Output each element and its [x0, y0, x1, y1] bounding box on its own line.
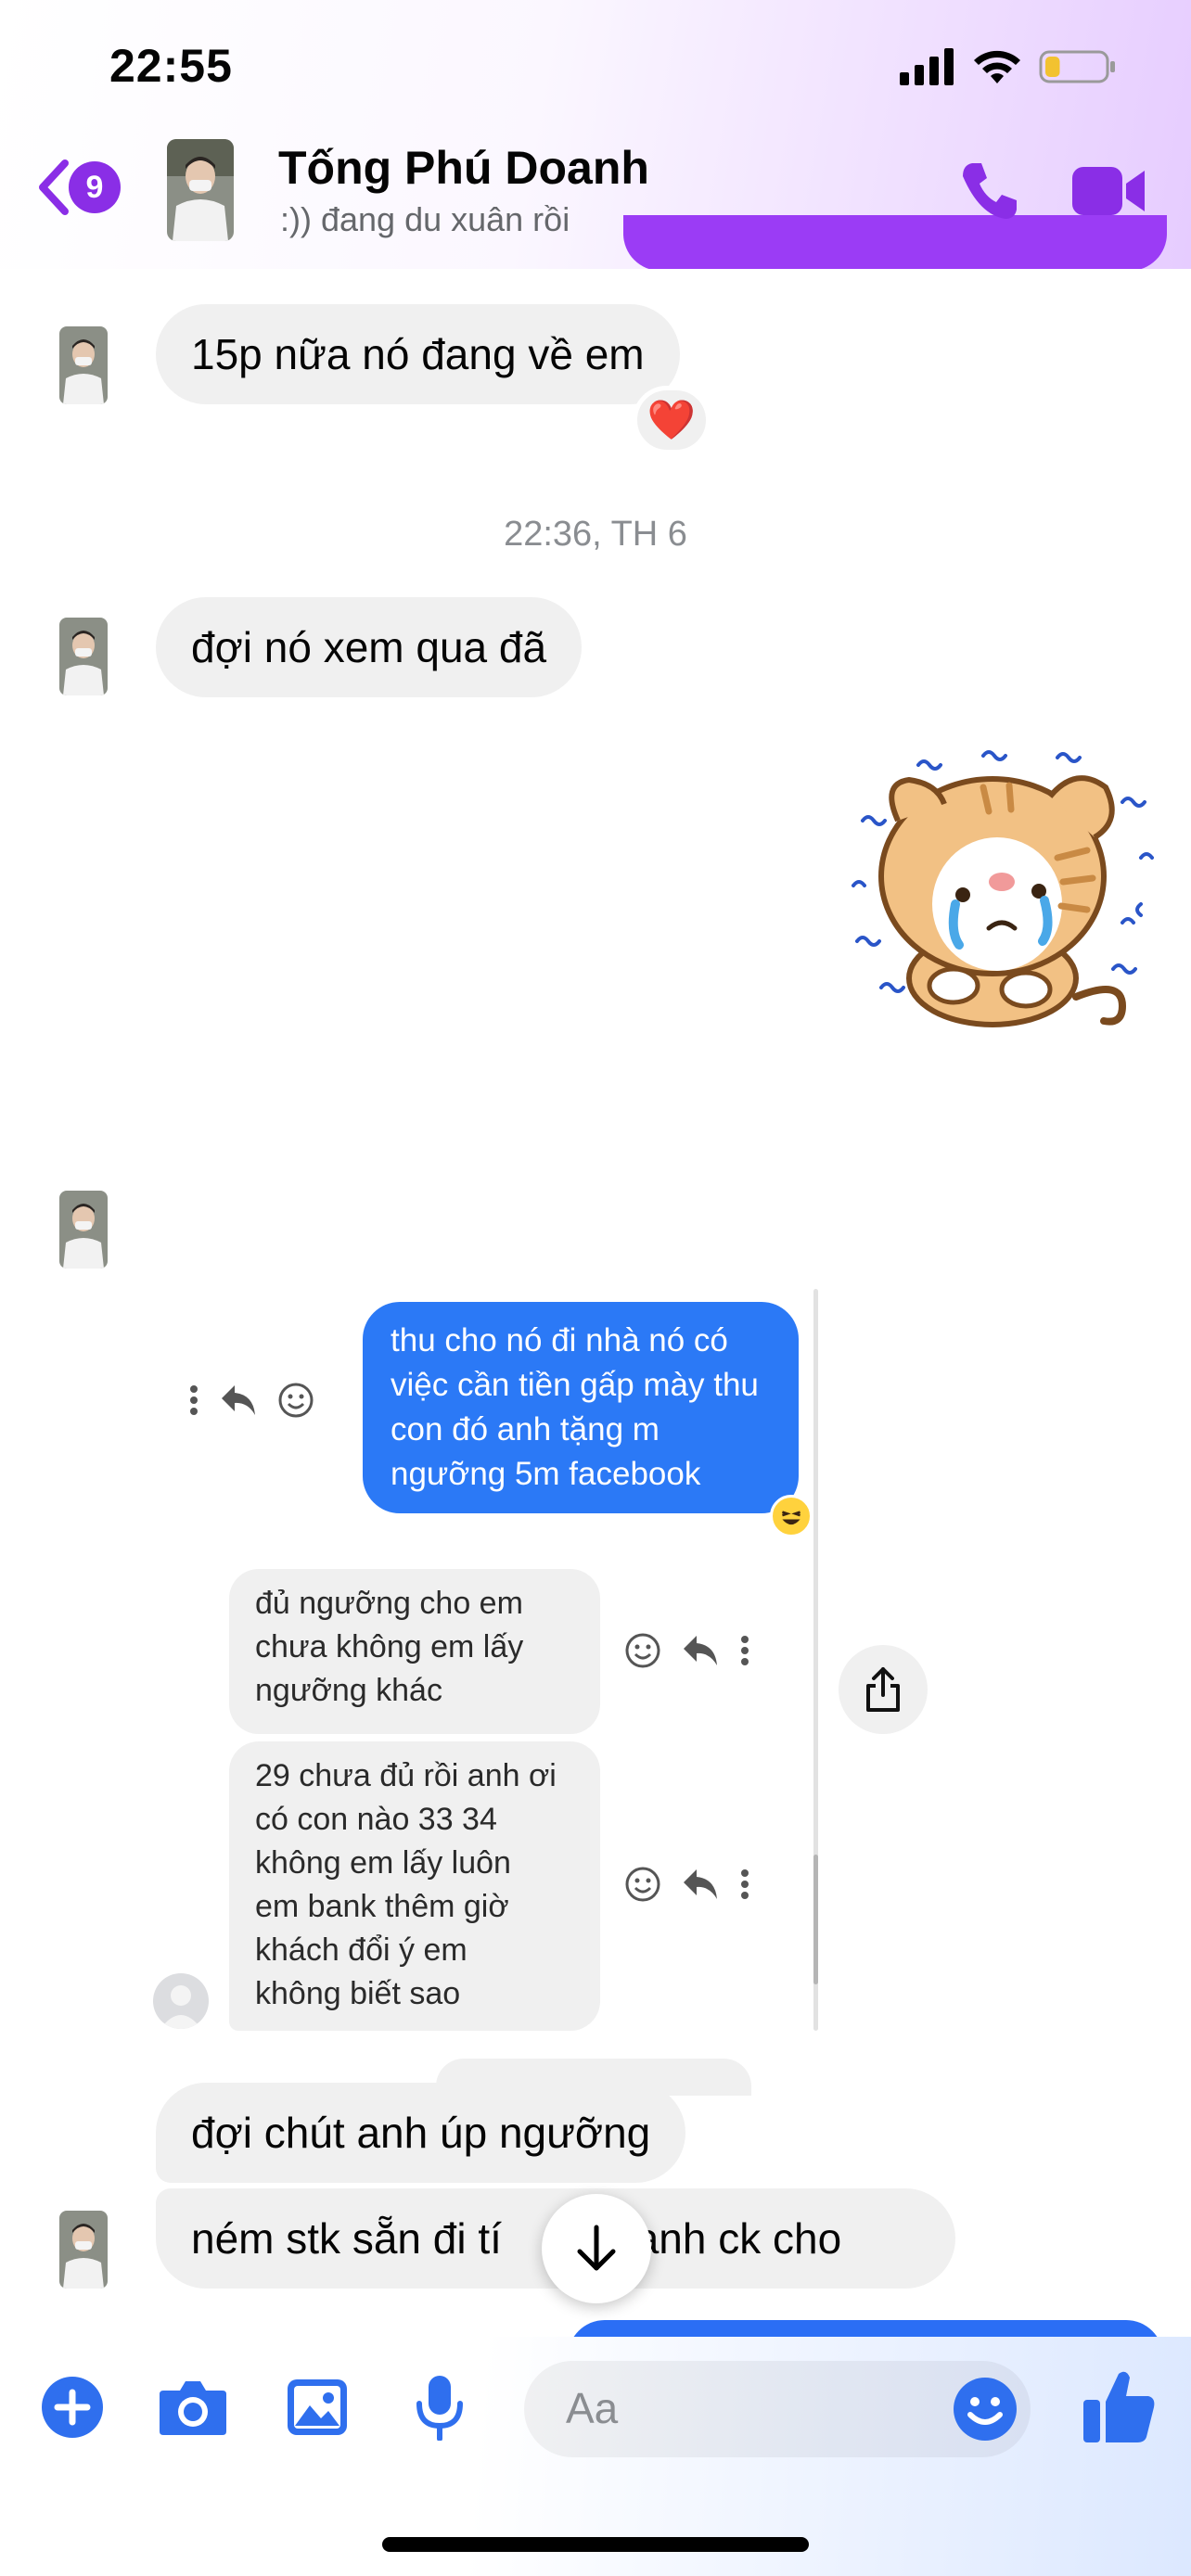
camera-button[interactable] — [156, 2370, 230, 2444]
microphone-icon — [416, 2376, 463, 2441]
heart-reaction[interactable]: ❤️ — [633, 386, 711, 454]
message-bubble[interactable]: đợi nó xem qua đã — [156, 597, 583, 697]
sender-avatar[interactable] — [59, 326, 108, 404]
smiley-icon — [625, 1867, 660, 1902]
sender-avatar[interactable] — [59, 2211, 108, 2289]
more-vertical-icon — [190, 1385, 198, 1415]
back-button[interactable]: 9 — [35, 158, 121, 217]
chat-header: 22:55 9 Tống Phú Doanh:)) đang du xuân … — [0, 0, 1191, 269]
sender-avatar[interactable] — [59, 618, 108, 695]
embedded-scrollbar-thumb — [813, 1855, 818, 1984]
contact-avatar[interactable] — [167, 139, 234, 241]
timestamp: 22:36, TH 6 — [504, 515, 687, 554]
battery-icon — [1039, 50, 1115, 83]
message-actions — [624, 1632, 750, 1669]
image-icon — [288, 2379, 347, 2435]
outgoing-message-peek — [623, 215, 1167, 269]
laughing-emoji-icon — [770, 1495, 813, 1537]
embedded-incoming-message: đủ ngưỡng cho em chưa không em lấy ngưỡn… — [229, 1569, 600, 1734]
message-bubble[interactable]: 15p nữa nó đang về em — [156, 304, 680, 404]
reply-icon — [684, 1869, 717, 1899]
message-input-placeholder: Aa — [566, 2384, 619, 2432]
smiley-icon — [278, 1383, 314, 1418]
home-indicator — [382, 2537, 809, 2552]
share-icon — [866, 1667, 900, 1712]
sender-avatar[interactable] — [59, 1191, 108, 1269]
contact-name[interactable]: Tống Phú Doanh — [278, 141, 649, 195]
more-vertical-icon — [741, 1636, 749, 1665]
chevron-left-icon — [39, 159, 69, 215]
embedded-avatar — [153, 1973, 209, 2029]
message-bubble[interactable]: đợi chút anh úp ngưỡng — [156, 2083, 686, 2183]
smiley-icon — [625, 1633, 660, 1668]
embedded-outgoing-message: thu cho nó đi nhà nó có việc cần tiền gấ… — [363, 1302, 799, 1513]
status-time: 22:55 — [109, 40, 233, 92]
gallery-button[interactable] — [280, 2370, 354, 2444]
reply-icon — [222, 1385, 255, 1415]
share-button[interactable] — [839, 1645, 928, 1734]
unread-badge: 9 — [69, 161, 121, 213]
contact-status: :)) đang du xuân rồi — [280, 200, 570, 238]
reply-icon — [684, 1636, 717, 1665]
shared-screenshot-image[interactable]: thu cho nó đi nhà nó có việc cần tiền gấ… — [153, 1289, 941, 2040]
emoji-icon[interactable] — [952, 2376, 1018, 2442]
more-vertical-icon — [741, 1869, 749, 1899]
video-call-icon[interactable] — [1072, 163, 1146, 219]
message-actions — [188, 1382, 314, 1419]
message-actions — [624, 1866, 750, 1903]
embedded-incoming-message: 29 chưa đủ rồi anh ơi có con nào 33 34 k… — [229, 1741, 600, 2031]
crying-cat-sticker[interactable] — [844, 746, 1159, 1043]
plus-circle-icon — [42, 2377, 103, 2438]
phone-icon[interactable] — [955, 158, 1022, 224]
scroll-to-bottom-button[interactable] — [542, 2194, 651, 2303]
status-icons — [900, 46, 1117, 87]
thumbs-up-icon[interactable] — [1082, 2366, 1156, 2446]
camera-icon — [160, 2381, 226, 2435]
voice-button[interactable] — [403, 2370, 477, 2444]
add-button[interactable] — [35, 2370, 109, 2444]
wifi-icon — [974, 50, 1020, 83]
signal-icon — [900, 48, 954, 85]
arrow-down-icon — [577, 2225, 616, 2271]
